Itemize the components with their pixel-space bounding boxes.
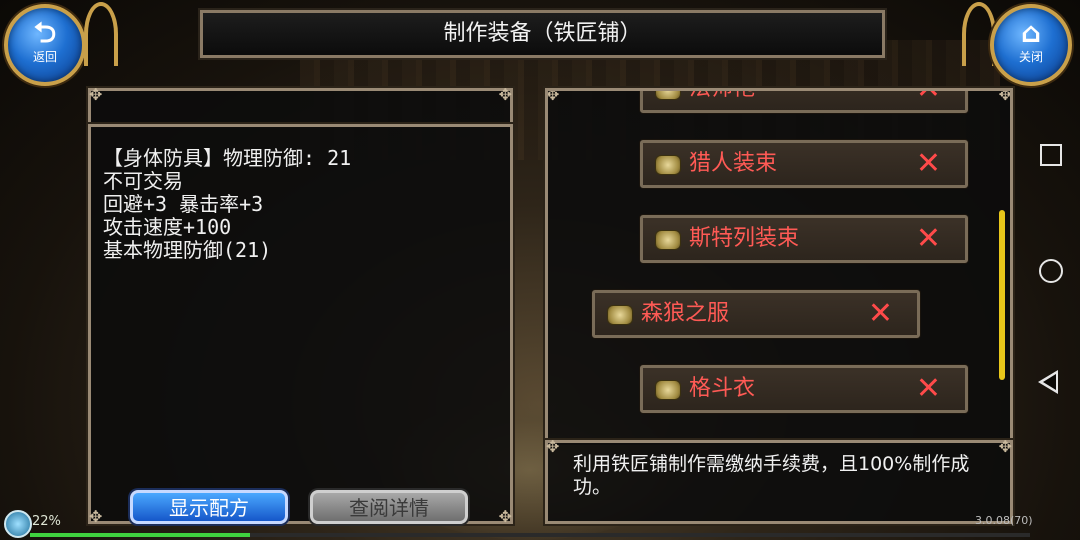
recent-apps-icon[interactable] [1040, 144, 1062, 166]
scroll-icon [655, 230, 681, 250]
recipe-list-item[interactable]: 斯特列装束 ✕ [640, 215, 968, 263]
show-recipe-button[interactable]: 显示配方 [130, 490, 288, 524]
description-line: 基本物理防御(21) [103, 238, 272, 262]
scroll-icon [655, 380, 681, 400]
window-title: 制作装备（铁匠铺） [198, 8, 887, 60]
remove-icon[interactable]: ✕ [916, 368, 941, 410]
recipe-name: 森狼之服 [641, 301, 730, 326]
corner-ornament: ✥ [998, 88, 1012, 104]
corner-ornament: ✥ [546, 88, 560, 104]
item-description: 【身体防具】物理防御: 21 不可交易 回避+3 暴击率+3 攻击速度+100 基本物理… [91, 127, 510, 262]
scroll-icon [655, 91, 681, 100]
recipe-list-scrollbar[interactable] [999, 210, 1005, 380]
description-line: 攻击速度+100 [103, 215, 232, 239]
battery-orb-icon [4, 510, 32, 538]
corner-ornament: ✥ [546, 437, 560, 456]
corner-ornament: ✥ [89, 85, 103, 104]
remove-icon[interactable]: ✕ [916, 218, 941, 260]
crafting-note-text: 利用铁匠铺制作需缴纳手续费，且100%制作成功。 [573, 453, 970, 498]
item-description-panel: 【身体防具】物理防御: 21 不可交易 回避+3 暴击率+3 攻击速度+100 基本物理… [86, 122, 515, 526]
description-line: 【身体防具】物理防御: 21 [103, 146, 352, 170]
corner-ornament: ✥ [89, 507, 103, 526]
recipe-name: 斯特列装束 [689, 226, 800, 251]
scroll-icon [655, 155, 681, 175]
battery-percent: 22% [32, 514, 61, 529]
close-button-label: 关闭 [1018, 50, 1043, 64]
experience-bar-fill [30, 533, 250, 537]
close-button[interactable]: ⌂ 关闭 [990, 4, 1072, 86]
recipe-list-item[interactable]: 法师袍 ✕ [640, 88, 968, 113]
back-button[interactable]: ⮌ 返回 [4, 4, 86, 86]
home-circle-icon[interactable] [1039, 259, 1063, 283]
back-button-label: 返回 [32, 50, 57, 64]
back-arrow-icon: ⮌ [33, 16, 57, 49]
version-label: 3.0.08(70) [975, 514, 1033, 527]
recipe-name: 格斗衣 [689, 376, 756, 401]
corner-ornament: ✥ [498, 85, 512, 104]
nav-back-icon[interactable] [1038, 370, 1058, 394]
ornament-horn-left [84, 2, 118, 66]
experience-bar [30, 533, 1030, 537]
description-line: 不可交易 [103, 169, 183, 193]
recipe-list-item[interactable]: 格斗衣 ✕ [640, 365, 968, 413]
remove-icon[interactable]: ✕ [916, 143, 941, 185]
crafting-note-panel: ✥ ✥ 利用铁匠铺制作需缴纳手续费，且100%制作成功。 [543, 437, 1015, 526]
corner-ornament: ✥ [498, 507, 512, 526]
scroll-icon [607, 305, 633, 325]
recipe-name: 法师袍 [689, 88, 756, 101]
recipe-name: 猎人装束 [689, 151, 778, 176]
item-header-panel: ✥ ✥ [86, 85, 515, 128]
remove-icon[interactable]: ✕ [868, 293, 893, 335]
recipe-list-item-selected[interactable]: 森狼之服 ✕ [592, 290, 920, 338]
home-icon: ⌂ [1020, 16, 1042, 49]
recipe-list-item[interactable]: 猎人装束 ✕ [640, 140, 968, 188]
recipe-list-panel[interactable]: ✥ ✥ 法师袍 ✕ 猎人装束 ✕ 斯特列装束 ✕ 森狼之服 ✕ 格斗衣 ✕ [543, 86, 1015, 445]
remove-icon[interactable]: ✕ [916, 91, 941, 110]
description-line: 回避+3 暴击率+3 [103, 192, 264, 216]
view-detail-button[interactable]: 查阅详情 [310, 490, 468, 524]
corner-ornament: ✥ [998, 437, 1012, 456]
